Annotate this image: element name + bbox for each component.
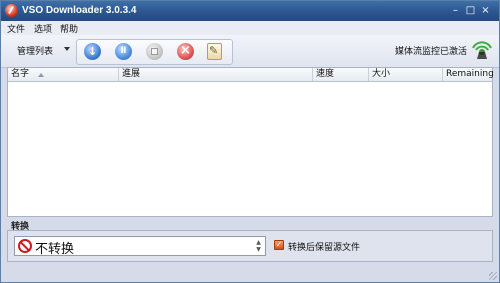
status-bar <box>1 267 499 282</box>
no-convert-icon <box>18 239 32 253</box>
download-list[interactable]: 名字 進展 速度 大小 Remaining <box>7 67 494 217</box>
column-name-label: 名字 <box>11 69 30 79</box>
column-header-speed[interactable]: 速度 <box>313 68 369 81</box>
menu-options[interactable]: 选项 <box>34 22 52 35</box>
toolbar: 管理列表 媒体流监控已激活 <box>1 35 499 68</box>
column-header-name[interactable]: 名字 <box>8 68 119 81</box>
spinner-arrows-icon[interactable]: ▲ ▼ <box>254 239 263 253</box>
convert-box: 不转换 ▲ ▼ ✓ 转换后保留源文件 <box>7 230 493 262</box>
monitor-signal-icon[interactable] <box>472 40 492 60</box>
manage-list-button[interactable]: 管理列表 <box>17 44 53 57</box>
resize-grip-icon[interactable] <box>489 272 497 280</box>
delete-icon[interactable] <box>177 42 194 60</box>
convert-panel: 转换 不转换 ▲ ▼ ✓ 转换后保留源文件 <box>7 218 493 262</box>
app-logo-icon <box>5 4 18 17</box>
maximize-button[interactable]: □ <box>464 4 477 17</box>
stop-icon[interactable] <box>146 43 163 60</box>
column-header-remaining[interactable]: Remaining <box>443 68 494 81</box>
download-icon[interactable] <box>84 43 101 60</box>
column-header-progress[interactable]: 進展 <box>119 68 313 81</box>
close-button[interactable]: × <box>479 4 492 17</box>
chevron-down-icon[interactable] <box>64 47 70 51</box>
window-title: VSO Downloader 3.0.3.4 <box>22 5 137 16</box>
column-header-size[interactable]: 大小 <box>369 68 443 81</box>
properties-icon[interactable] <box>207 43 222 60</box>
convert-format-value: 不转换 <box>35 242 75 257</box>
sort-arrow-icon <box>38 73 44 77</box>
app-window: VSO Downloader 3.0.3.4 – □ × 文件 选项 帮助 管理… <box>0 0 500 283</box>
convert-format-select[interactable]: 不转换 ▲ ▼ <box>14 236 266 257</box>
menu-file[interactable]: 文件 <box>7 22 25 35</box>
action-button-group <box>76 39 233 65</box>
monitor-status-text: 媒体流监控已激活 <box>395 47 468 57</box>
keep-source-label[interactable]: 转换后保留源文件 <box>288 240 360 253</box>
keep-source-checkbox[interactable]: ✓ <box>274 240 284 250</box>
menu-bar: 文件 选项 帮助 <box>1 21 499 35</box>
minimize-button[interactable]: – <box>449 4 462 17</box>
list-header: 名字 進展 速度 大小 Remaining <box>8 68 494 82</box>
title-bar[interactable]: VSO Downloader 3.0.3.4 – □ × <box>1 1 499 21</box>
pause-icon[interactable] <box>115 43 132 60</box>
menu-help[interactable]: 帮助 <box>60 22 78 35</box>
